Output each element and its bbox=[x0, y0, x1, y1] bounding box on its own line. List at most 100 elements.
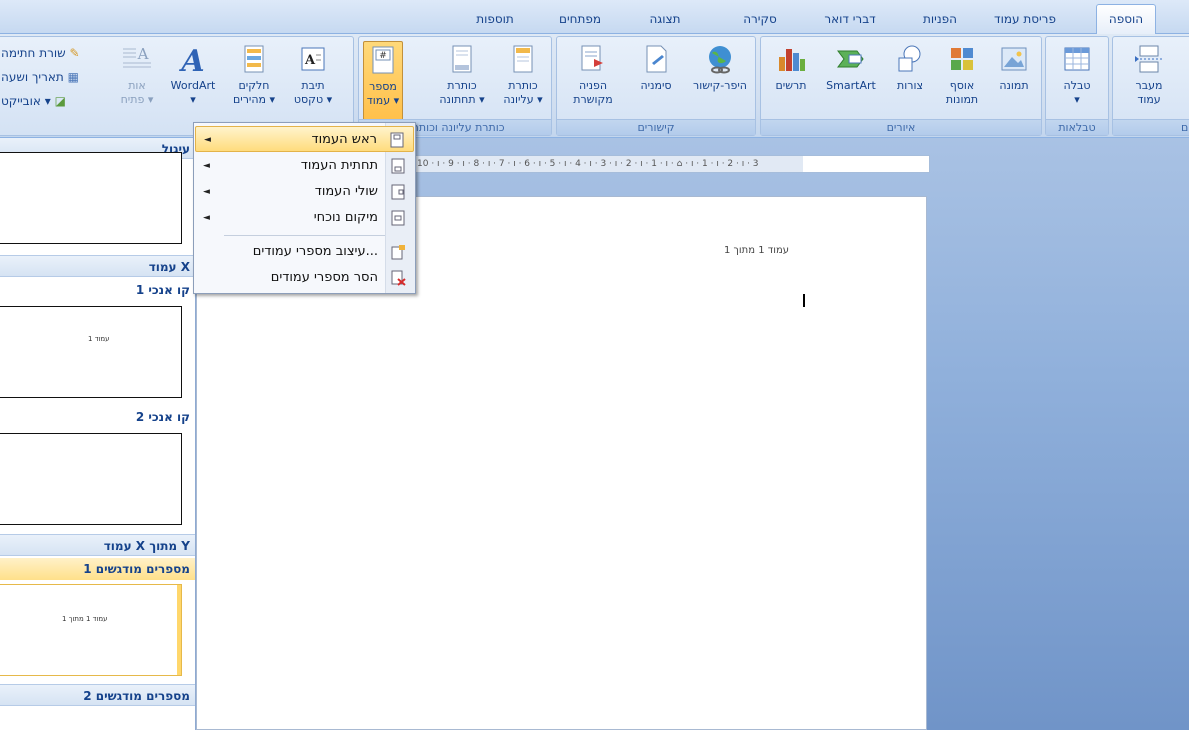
ribbon: מעבר עמוד ם טבלה ▾ טבלאות תמונה אוסף תמו… bbox=[0, 34, 1189, 138]
gallery-thumb-bold-numbers-1[interactable]: עמוד 1 מתוך 1 bbox=[0, 584, 182, 676]
header-button[interactable]: כותרת עליונה ▾ bbox=[495, 41, 551, 121]
chart-button[interactable]: תרשים bbox=[765, 41, 817, 121]
gallery-item-vertical-line-1[interactable]: קו אנכי 1 bbox=[0, 279, 195, 301]
hyperlink-icon bbox=[709, 46, 731, 74]
page-header-number[interactable]: עמוד 1 מתוך 1 bbox=[724, 245, 789, 256]
group-pages: מעבר עמוד ם bbox=[1112, 36, 1189, 136]
quick-parts-button[interactable]: חלקים מהירים ▾ bbox=[223, 41, 285, 121]
top-of-page-icon bbox=[390, 132, 404, 148]
cross-reference-icon bbox=[581, 45, 603, 71]
gallery-section-bold-numbers-2: מספרים מודגשים 2 bbox=[0, 684, 195, 706]
tab-insert[interactable]: הוספה bbox=[1096, 4, 1156, 35]
picture-icon bbox=[1001, 47, 1027, 71]
submenu-arrow-icon: ◄ bbox=[204, 135, 211, 145]
quick-parts-icon bbox=[244, 45, 264, 73]
wordart-button[interactable]: A WordArt ▾ bbox=[165, 41, 221, 121]
current-position-icon bbox=[391, 210, 405, 226]
menu-item-label: תחתית העמוד bbox=[300, 158, 378, 173]
text-box-button[interactable]: A תיבת טקסט ▾ bbox=[287, 41, 339, 121]
wordart-label-1: WordArt bbox=[170, 79, 216, 92]
cross-reference-button[interactable]: הפניה מקושרת bbox=[561, 41, 625, 121]
picture-button[interactable]: תמונה bbox=[989, 41, 1039, 121]
header-label-2: עליונה ▾ bbox=[503, 93, 543, 106]
signature-line-icon: ✎ bbox=[69, 46, 80, 60]
tab-add-ins[interactable]: תוספות bbox=[455, 7, 535, 33]
menu-item-page-margins[interactable]: ◄ שולי העמוד bbox=[195, 179, 414, 205]
object-icon: ◪ bbox=[54, 94, 66, 108]
svg-text:A: A bbox=[137, 45, 149, 63]
horizontal-ruler[interactable]: 10 · ı · 9 · ı · 8 · ı · 7 · ı · 6 · ı ·… bbox=[410, 155, 930, 173]
signature-line-button[interactable]: שורת חתימה ✎ bbox=[1, 43, 80, 63]
format-page-numbers-icon bbox=[391, 245, 405, 260]
submenu-arrow-icon: ◄ bbox=[203, 187, 210, 197]
header-label-1: כותרת bbox=[508, 79, 538, 92]
menu-item-label: ראש העמוד bbox=[311, 132, 377, 147]
gallery-thumb-text-page-1-of-1: עמוד 1 מתוך 1 bbox=[62, 615, 108, 623]
gallery-section-page-x-of-y: עמוד X מתוך Y bbox=[0, 534, 195, 556]
tab-mailings[interactable]: דברי דואר bbox=[810, 7, 890, 33]
gallery-section-page-x: עמוד X bbox=[0, 255, 195, 277]
table-dropdown-arrow: ▾ bbox=[1074, 93, 1080, 106]
object-button[interactable]: אובייקט ▾ ◪ bbox=[1, 91, 66, 111]
shapes-button[interactable]: צורות bbox=[885, 41, 935, 121]
tab-developer[interactable]: מפתחים bbox=[545, 7, 615, 33]
footer-button[interactable]: כותרת תחתונה ▾ bbox=[431, 41, 493, 121]
date-time-button[interactable]: תאריך ושעה ▦ bbox=[1, 67, 79, 87]
cross-reference-label-2: מקושרת bbox=[573, 93, 613, 106]
menu-item-current-position[interactable]: ◄ מיקום נוכחי bbox=[195, 205, 414, 231]
menu-item-top-of-page[interactable]: ◄ ראש העמוד bbox=[195, 126, 414, 152]
tab-review[interactable]: סקירה bbox=[725, 7, 795, 33]
page-number-gallery[interactable]: עיגול עמוד X קו אנכי 1 עמוד 1 קו אנכי 2 … bbox=[0, 138, 196, 730]
drop-cap-icon: A bbox=[123, 45, 151, 68]
drop-cap-button[interactable]: A אות פתיח ▾ bbox=[113, 41, 161, 121]
quick-parts-label-1: חלקים bbox=[238, 79, 270, 92]
group-tables: טבלה ▾ טבלאות bbox=[1045, 36, 1109, 136]
group-links-label: קישורים bbox=[557, 119, 755, 135]
menu-item-bottom-of-page[interactable]: ◄ תחתית העמוד bbox=[195, 153, 414, 179]
ruler-scale: 10 · ı · 9 · ı · 8 · ı · 7 · ı · 6 · ı ·… bbox=[417, 159, 759, 169]
header-icon bbox=[513, 45, 533, 73]
bookmark-icon bbox=[646, 45, 667, 73]
clipart-label-1: אוסף bbox=[949, 79, 975, 92]
picture-label: תמונה bbox=[999, 79, 1029, 92]
gallery-item-vertical-line-2[interactable]: קו אנכי 2 bbox=[0, 406, 195, 428]
text-box-label-1: תיבת bbox=[301, 79, 325, 92]
svg-text:A: A bbox=[304, 53, 316, 68]
signature-line-label: שורת חתימה bbox=[1, 46, 66, 60]
page-number-label-1: מספר bbox=[369, 80, 397, 93]
gallery-item-bold-numbers-1[interactable]: מספרים מודגשים 1 bbox=[0, 558, 195, 580]
group-header-footer: כותרת עליונה ▾ כותרת תחתונה ▾ # מספר עמו… bbox=[358, 36, 552, 136]
smartart-icon bbox=[837, 50, 864, 68]
page-break-button[interactable]: מעבר עמוד bbox=[1127, 41, 1171, 121]
quick-parts-label-2: מהירים ▾ bbox=[232, 93, 276, 106]
bookmark-button[interactable]: סימניה bbox=[627, 41, 685, 121]
drop-cap-label-2: פתיח ▾ bbox=[120, 93, 154, 106]
page-number-button[interactable]: # מספר עמוד ▾ bbox=[363, 41, 403, 121]
gallery-thumb-vertical-line-1[interactable]: עמוד 1 bbox=[0, 306, 182, 398]
group-tables-label: טבלאות bbox=[1046, 119, 1108, 135]
bookmark-label: סימניה bbox=[640, 79, 672, 92]
group-links: היפר-קישור סימניה הפניה מקושרת קישורים bbox=[556, 36, 756, 136]
table-label: טבלה bbox=[1063, 79, 1091, 92]
hyperlink-label: היפר-קישור bbox=[693, 79, 747, 92]
footer-label-2: תחתונה ▾ bbox=[439, 93, 485, 106]
clipart-button[interactable]: אוסף תמונות bbox=[939, 41, 985, 121]
menu-item-format-page-numbers[interactable]: עיצוב מספרי עמודים... bbox=[195, 239, 414, 265]
text-box-icon: A bbox=[301, 47, 325, 71]
date-time-icon: ▦ bbox=[67, 70, 79, 84]
object-label: אובייקט ▾ bbox=[1, 94, 51, 108]
page-break-label-2: עמוד bbox=[1137, 93, 1161, 106]
menu-item-remove-page-numbers[interactable]: הסר מספרי עמודים bbox=[195, 265, 414, 291]
tab-view[interactable]: תצוגה bbox=[630, 7, 700, 33]
chart-icon bbox=[779, 49, 805, 71]
smartart-button[interactable]: SmartArt bbox=[819, 41, 883, 121]
gallery-thumb-circle[interactable] bbox=[0, 152, 182, 244]
menu-item-label: שולי העמוד bbox=[314, 184, 378, 199]
table-button[interactable]: טבלה ▾ bbox=[1054, 41, 1100, 121]
tab-references[interactable]: הפניות bbox=[905, 7, 975, 33]
tab-page-layout[interactable]: פריסת עמוד bbox=[985, 7, 1065, 33]
gallery-thumb-vertical-line-2[interactable] bbox=[0, 433, 182, 525]
submenu-arrow-icon: ◄ bbox=[203, 161, 210, 171]
hyperlink-button[interactable]: היפר-קישור bbox=[687, 41, 753, 121]
menu-item-label: עיצוב מספרי עמודים... bbox=[252, 244, 378, 259]
